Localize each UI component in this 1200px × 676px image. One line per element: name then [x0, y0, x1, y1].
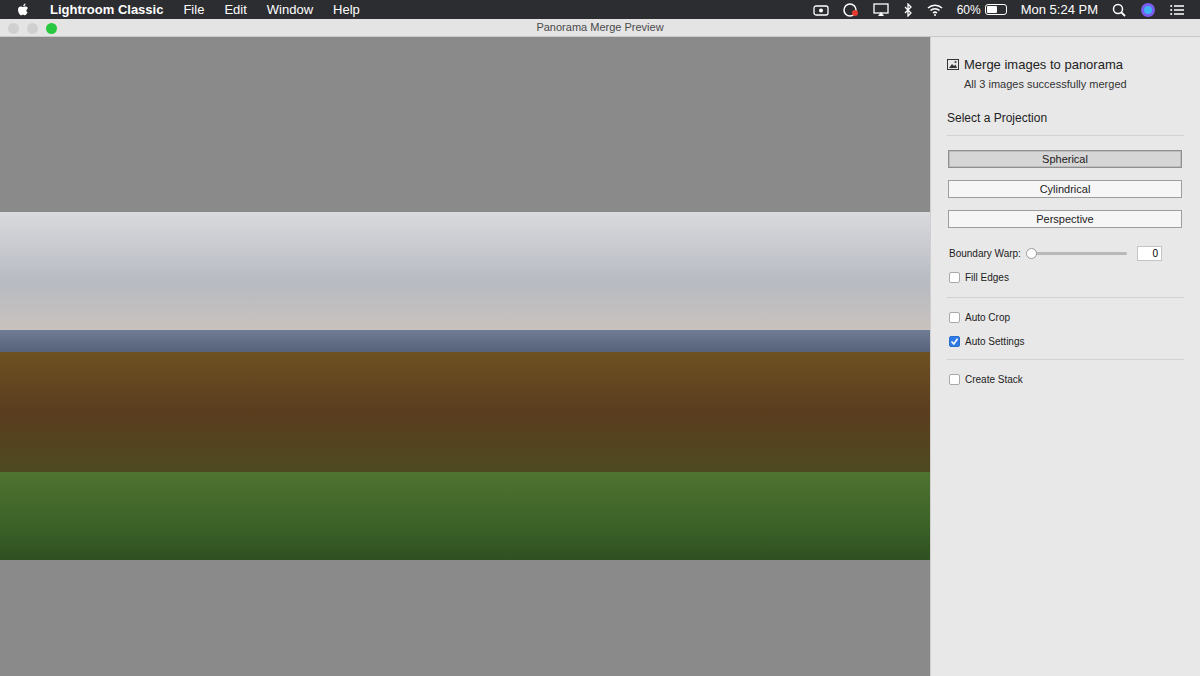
panorama-icon: [947, 59, 959, 70]
app-menu[interactable]: Lightroom Classic: [50, 0, 163, 19]
battery[interactable]: 60%: [957, 1, 1007, 19]
panel-header: Merge images to panorama: [947, 55, 1184, 75]
siri-icon: [1140, 2, 1156, 18]
minimize-button[interactable]: [27, 23, 38, 34]
zoom-button[interactable]: [46, 23, 57, 34]
battery-fill: [987, 6, 998, 13]
projection-button[interactable]: Spherical: [948, 150, 1182, 168]
search-icon: [1112, 3, 1126, 17]
checkbox-row[interactable]: Create Stack: [947, 372, 1184, 387]
merge-status: All 3 images successfully merged: [947, 76, 1184, 93]
checkbox-row[interactable]: Auto Crop: [947, 310, 1184, 325]
slider-knob[interactable]: [1026, 248, 1037, 259]
boundary-warp-label: Boundary Warp:: [949, 246, 1021, 261]
check-icon: [950, 337, 959, 346]
boundary-warp-value[interactable]: 0: [1137, 246, 1162, 261]
clock[interactable]: Mon 5:24 PM: [1021, 0, 1098, 19]
checkbox[interactable]: [949, 374, 960, 385]
checkbox[interactable]: [949, 336, 960, 347]
projection-button[interactable]: Perspective: [948, 210, 1182, 228]
window-title: Panorama Merge Preview: [536, 19, 663, 36]
notification-list-icon: [1170, 4, 1184, 16]
option-group: Fill Edges: [947, 270, 1184, 298]
status-area: 60% Mon 5:24 PM: [813, 0, 1184, 19]
panorama-image: [0, 212, 930, 560]
menu-bar: Lightroom Classic File Edit Window Help 60% Mo…: [0, 0, 1200, 19]
screen-record-icon: [813, 4, 829, 16]
checkbox-row[interactable]: Auto Settings: [947, 334, 1184, 349]
window-controls: [8, 23, 57, 34]
option-group: Create Stack: [947, 372, 1184, 387]
checkbox-row[interactable]: Fill Edges: [947, 270, 1184, 285]
boundary-warp-row: Boundary Warp: 0: [947, 246, 1184, 261]
bluetooth-icon: [903, 3, 913, 17]
projection-label: Select a Projection: [947, 109, 1184, 136]
option-group: Auto Crop Auto Settings: [947, 310, 1184, 360]
checkbox[interactable]: [949, 312, 960, 323]
projection-button[interactable]: Cylindrical: [948, 180, 1182, 198]
wifi-icon: [927, 3, 943, 16]
apple-icon: [16, 2, 30, 18]
settings-panel: Merge images to panoramaAll 3 images suc…: [930, 37, 1200, 676]
creative-cloud-icon: [843, 3, 859, 17]
preview-area: [0, 37, 930, 676]
close-button[interactable]: [8, 23, 19, 34]
boundary-warp-slider[interactable]: [1031, 252, 1127, 255]
menu-item[interactable]: Help: [333, 0, 360, 19]
title-bar: Panorama Merge Preview: [0, 19, 1200, 37]
menu-item[interactable]: Window: [267, 0, 313, 19]
projection-buttons: Spherical Cylindrical Perspective: [947, 150, 1184, 228]
airplay-icon: [873, 3, 889, 17]
menu-item[interactable]: File: [183, 0, 204, 19]
panel-heading: Merge images to panorama: [964, 55, 1123, 75]
battery-icon: [985, 4, 1007, 15]
menu-item[interactable]: Edit: [224, 0, 246, 19]
checkbox[interactable]: [949, 272, 960, 283]
